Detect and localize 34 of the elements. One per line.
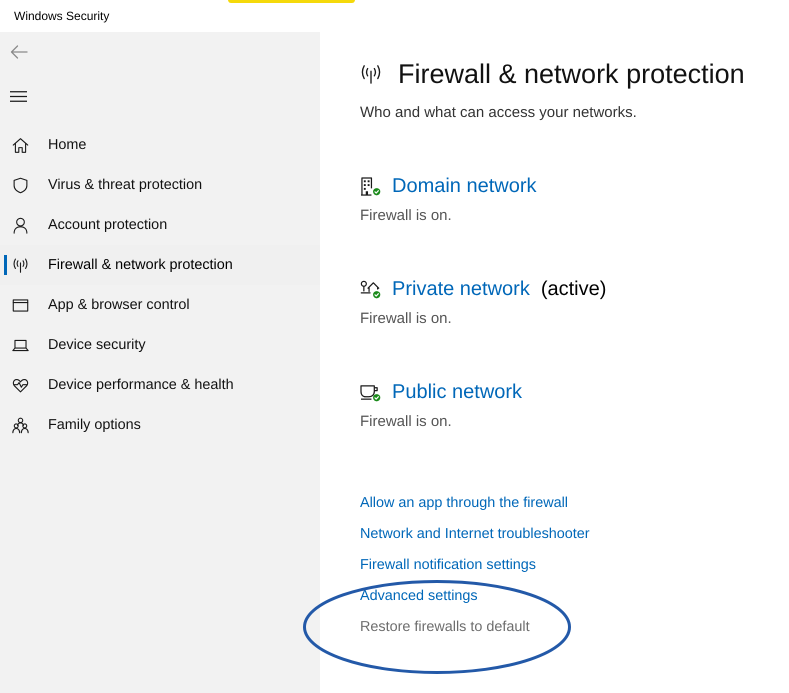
firewall-status: Firewall is on. xyxy=(360,412,453,432)
action-link[interactable]: Advanced settings xyxy=(360,586,478,606)
nav-item[interactable]: Account protection xyxy=(0,205,320,245)
firewall-status: Firewall is on. xyxy=(360,206,453,226)
antenna-icon xyxy=(360,64,382,84)
home-icon xyxy=(12,136,29,154)
window-title: Windows Security xyxy=(14,9,110,23)
network-link[interactable]: Domain network xyxy=(392,174,537,198)
nav-item[interactable]: Home xyxy=(0,125,320,165)
active-label: (active) xyxy=(540,278,606,300)
page-title: Firewall & network protection xyxy=(398,58,745,90)
house-check-icon xyxy=(360,280,381,298)
person-icon xyxy=(12,216,29,234)
window-icon xyxy=(12,296,29,314)
nav-item[interactable]: Family options xyxy=(0,405,320,445)
cup-check-icon xyxy=(360,382,381,402)
network-link[interactable]: Private network xyxy=(392,278,530,300)
back-arrow-icon xyxy=(10,45,28,59)
page-subtitle: Who and what can access your networks. xyxy=(360,103,638,123)
nav-item[interactable]: Device security xyxy=(0,325,320,365)
building-check-icon xyxy=(360,176,381,196)
firewall-status: Firewall is on. xyxy=(360,309,453,329)
nav-item[interactable]: Virus & threat protection xyxy=(0,165,320,205)
menu-icon xyxy=(10,90,27,102)
nav-item[interactable]: App & browser control xyxy=(0,285,320,325)
action-link[interactable]: Firewall notification settings xyxy=(360,555,536,575)
nav-item[interactable]: Device performance & health xyxy=(0,365,320,405)
antenna-icon xyxy=(12,256,29,274)
action-link[interactable]: Allow an app through the firewall xyxy=(360,493,568,513)
shield-icon xyxy=(12,176,29,194)
heart-pulse-icon xyxy=(12,376,29,394)
family-icon xyxy=(12,416,29,434)
network-link[interactable]: Public network xyxy=(392,380,522,404)
action-link[interactable]: Network and Internet troubleshooter xyxy=(360,524,590,544)
